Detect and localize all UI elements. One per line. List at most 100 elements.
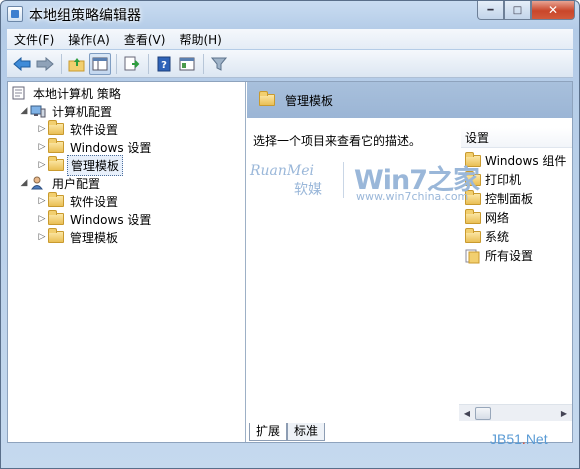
help-button[interactable]: ?	[153, 53, 175, 75]
caption-buttons: ━ □ ✕	[477, 1, 575, 20]
list-item-label: 系统	[485, 230, 510, 244]
folder-icon	[48, 210, 64, 225]
tree-item-label: Windows 设置	[70, 212, 152, 227]
tab-standard[interactable]: 标准	[287, 423, 326, 441]
tree-item-computer-windows[interactable]: ▷ Windows 设置	[36, 138, 154, 156]
computer-policy-icon	[11, 86, 27, 100]
jb51-watermark-net: Net	[525, 431, 548, 447]
svg-text:?: ?	[161, 60, 167, 71]
toolbar-separator	[203, 53, 204, 74]
forward-button[interactable]	[34, 53, 56, 75]
filter-button[interactable]	[208, 53, 230, 75]
window-title: 本地组策略编辑器	[29, 8, 141, 24]
tab-extended[interactable]: 扩展	[249, 423, 288, 441]
tree-item-computer-software[interactable]: ▷ 软件设置	[36, 120, 121, 138]
scroll-left-icon[interactable]: ◀	[459, 405, 475, 422]
expand-arrow-icon[interactable]: ▷	[36, 142, 48, 152]
horizontal-scrollbar[interactable]: ◀ ▶	[459, 404, 572, 421]
details-title: 管理模板	[285, 93, 334, 108]
win7-watermark: Win7之家 www.win7china.com	[354, 158, 480, 203]
ruanmei-watermark-en: RuanMei	[250, 163, 315, 179]
menu-view[interactable]: 查看(V)	[117, 31, 173, 48]
tree-item-user-config[interactable]: ◢ 用户配置	[18, 174, 103, 192]
tree-item-label: 软件设置	[70, 194, 119, 209]
folder-icon	[48, 192, 64, 207]
forward-icon	[36, 56, 54, 71]
tree-item-user-admin-templates[interactable]: ▷ 管理模板	[36, 228, 121, 246]
column-header-setting[interactable]: 设置	[461, 128, 572, 148]
list-item-label: 控制面板	[485, 192, 534, 206]
up-folder-button[interactable]	[66, 53, 88, 75]
all-settings-icon	[465, 249, 481, 263]
expand-arrow-icon[interactable]: ▷	[36, 124, 48, 134]
maximize-button[interactable]: □	[504, 1, 531, 20]
tree-item-user-windows[interactable]: ▷ Windows 设置	[36, 210, 154, 228]
menu-help[interactable]: 帮助(H)	[172, 31, 228, 48]
folder-icon	[48, 120, 64, 135]
ruanmei-watermark: RuanMei 软媒	[250, 163, 345, 199]
show-hide-tree-icon	[92, 57, 108, 70]
list-item-label: Windows 组件	[485, 154, 567, 168]
close-icon: ✕	[547, 3, 559, 17]
list-item-label: 打印机	[485, 173, 522, 187]
collapse-arrow-icon[interactable]: ◢	[18, 178, 30, 188]
tree-item-user-software[interactable]: ▷ 软件设置	[36, 192, 121, 210]
folder-icon	[48, 228, 64, 243]
tree-item-computer-admin-templates[interactable]: ▷ 管理模板	[36, 154, 124, 176]
title-bar[interactable]: 本地组策略编辑器 ━ □ ✕	[1, 1, 579, 27]
up-folder-icon	[68, 57, 85, 71]
toolbar: ?	[7, 50, 573, 78]
show-hide-tree-button[interactable]	[89, 52, 111, 75]
jb51-watermark: JB51.Net	[490, 431, 548, 447]
computer-icon	[30, 104, 46, 118]
tree-item-label: 管理模板	[70, 230, 119, 245]
details-pane: 管理模板 选择一个项目来查看它的描述。 设置 Windows 组件 打印机 控制…	[247, 82, 572, 442]
properties-button[interactable]	[176, 53, 198, 75]
collapse-arrow-icon[interactable]: ◢	[18, 106, 30, 116]
folder-icon	[48, 138, 64, 153]
jb51-watermark-text: JB51	[490, 431, 522, 447]
export-list-icon	[124, 56, 140, 70]
back-icon	[13, 56, 31, 71]
folder-icon	[259, 91, 275, 106]
menu-file[interactable]: 文件(F)	[7, 31, 61, 48]
toolbar-separator	[148, 53, 149, 74]
list-item-network[interactable]: 网络	[465, 208, 509, 227]
expand-arrow-icon[interactable]: ▷	[36, 160, 48, 170]
win7-watermark-url: www.win7china.com	[356, 190, 469, 203]
expand-arrow-icon[interactable]: ▷	[36, 232, 48, 242]
export-list-button[interactable]	[121, 53, 143, 75]
tree-item-label: 软件设置	[70, 122, 119, 137]
policy-editor-icon	[7, 6, 23, 22]
folder-icon	[48, 156, 64, 171]
tree-item-label: 用户配置	[52, 176, 101, 191]
description-text: 选择一个项目来查看它的描述。	[253, 134, 422, 148]
tree-item-root[interactable]: 本地计算机 策略	[11, 84, 124, 102]
help-icon: ?	[157, 56, 171, 71]
list-item-system[interactable]: 系统	[465, 227, 509, 246]
close-button[interactable]: ✕	[531, 1, 575, 20]
watermark-divider	[343, 162, 344, 198]
list-item-label: 所有设置	[485, 249, 534, 263]
minimize-icon: ━	[487, 4, 494, 16]
menu-bar: 文件(F) 操作(A) 查看(V) 帮助(H)	[7, 29, 573, 49]
expand-arrow-icon[interactable]: ▷	[36, 196, 48, 206]
folder-icon	[465, 208, 481, 224]
back-button[interactable]	[11, 53, 33, 75]
expand-arrow-icon[interactable]: ▷	[36, 214, 48, 224]
list-item-all-settings[interactable]: 所有设置	[465, 246, 533, 265]
tree-item-computer-config[interactable]: ◢ 计算机配置	[18, 102, 115, 120]
user-icon	[30, 176, 46, 190]
list-item-windows-components[interactable]: Windows 组件	[465, 151, 566, 170]
menu-action[interactable]: 操作(A)	[61, 31, 117, 48]
properties-icon	[179, 57, 195, 70]
scroll-right-icon[interactable]: ▶	[556, 405, 572, 422]
scroll-thumb[interactable]	[475, 407, 491, 420]
status-bar	[7, 446, 573, 466]
tree-pane[interactable]: 本地计算机 策略 ◢ 计算机配置 ▷ 软件设置 ▷ Windows 设置 ▷ 管…	[8, 82, 246, 442]
tree-item-label: 计算机配置	[52, 104, 113, 119]
main-content: 本地计算机 策略 ◢ 计算机配置 ▷ 软件设置 ▷ Windows 设置 ▷ 管…	[7, 81, 573, 443]
tree-item-label: 管理模板	[67, 154, 124, 176]
toolbar-separator	[61, 53, 62, 74]
minimize-button[interactable]: ━	[477, 1, 504, 20]
